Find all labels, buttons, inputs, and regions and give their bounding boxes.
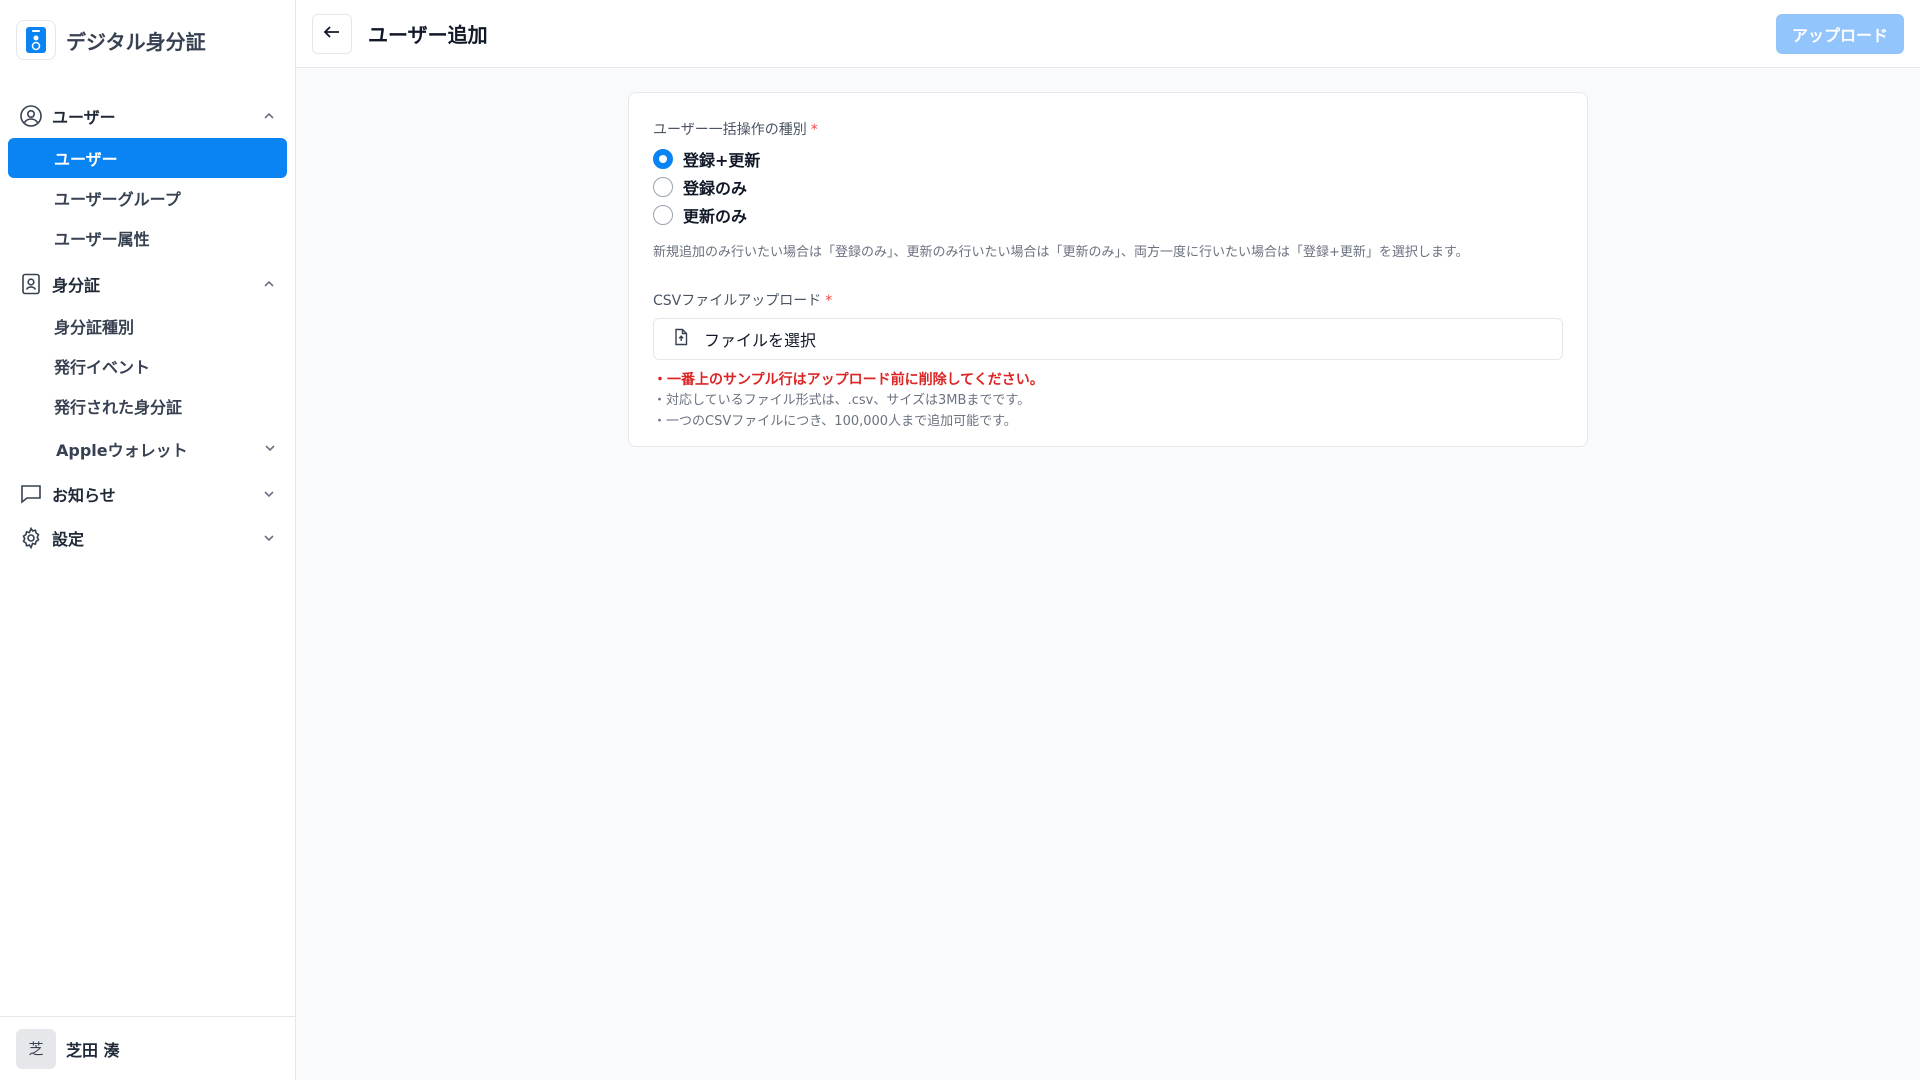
sidebar-item-users[interactable]: ユーザー bbox=[8, 138, 287, 178]
upload-button[interactable]: アップロード bbox=[1776, 13, 1904, 54]
upload-form-card: ユーザー一括操作の種別 * 登録+更新 登録のみ 更新のみ 新規追加のみ行いたい場… bbox=[628, 92, 1588, 447]
sidebar-item-label: Appleウォレット bbox=[56, 441, 188, 460]
sidebar-item-id-types[interactable]: 身分証種別 bbox=[8, 306, 287, 346]
sidebar-section-label: 設定 bbox=[52, 530, 85, 549]
sidebar-item-apple-wallet[interactable]: Appleウォレット bbox=[8, 426, 287, 472]
sidebar-item-user-groups[interactable]: ユーザーグループ bbox=[8, 178, 287, 218]
sidebar: デジタル身分証 ユーザー ユーザー ユーザーグループ ユーザー属性 身分証 身分… bbox=[0, 0, 296, 1080]
page-title: ユーザー追加 bbox=[368, 23, 488, 47]
chevron-down-icon bbox=[261, 486, 277, 502]
arrow-left-icon bbox=[322, 22, 342, 45]
sidebar-section-settings[interactable]: 設定 bbox=[8, 516, 287, 560]
file-upload-icon bbox=[672, 328, 690, 350]
required-mark: * bbox=[810, 122, 818, 138]
avatar: 芝 bbox=[16, 1028, 56, 1069]
user-profile[interactable]: 芝 芝田 湊 bbox=[0, 1016, 295, 1080]
main-content: ユーザー追加 アップロード ユーザー一括操作の種別 * 登録+更新 登録のみ 更新… bbox=[296, 0, 1920, 1080]
sidebar-item-issue-events[interactable]: 発行イベント bbox=[8, 346, 287, 386]
file-select-text: ファイルを選択 bbox=[704, 331, 817, 350]
sidebar-section-label: ユーザー bbox=[52, 108, 116, 127]
bulk-type-radio-group: 登録+更新 登録のみ 更新のみ bbox=[653, 145, 1563, 229]
user-name: 芝田 湊 bbox=[66, 1040, 120, 1060]
chevron-up-icon bbox=[261, 276, 277, 292]
id-badge-icon bbox=[18, 271, 44, 297]
warning-note: ・一番上のサンプル行はアップロード前に削除してください。 bbox=[653, 372, 1044, 388]
sidebar-nav: ユーザー ユーザー ユーザーグループ ユーザー属性 身分証 身分証種別 発行イベ… bbox=[0, 80, 295, 560]
sidebar-section-label: お知らせ bbox=[52, 486, 116, 505]
chevron-up-icon bbox=[261, 108, 277, 124]
bulk-type-label: ユーザー一括操作の種別 * bbox=[653, 122, 818, 138]
radio-register-only[interactable]: 登録のみ bbox=[653, 173, 1563, 201]
brand-title: デジタル身分証 bbox=[66, 29, 206, 54]
radio-button-checked[interactable] bbox=[653, 149, 673, 169]
format-note: ・対応しているファイル形式は、.csv、サイズは3MBまでです。 bbox=[653, 393, 1031, 408]
back-button[interactable] bbox=[312, 13, 352, 54]
chevron-down-icon bbox=[261, 530, 277, 546]
upload-notes: ・一番上のサンプル行はアップロード前に削除してください。 ・対応しているファイル… bbox=[653, 370, 1563, 432]
radio-button[interactable] bbox=[653, 177, 673, 197]
sidebar-item-issued-ids[interactable]: 発行された身分証 bbox=[8, 386, 287, 426]
radio-label: 更新のみ bbox=[683, 207, 748, 226]
csv-upload-label: CSVファイルアップロード * bbox=[653, 293, 833, 309]
chat-bubble-icon bbox=[18, 481, 44, 507]
chevron-down-icon bbox=[263, 440, 277, 459]
radio-register-update[interactable]: 登録+更新 bbox=[653, 145, 1563, 173]
radio-label: 登録+更新 bbox=[683, 151, 761, 170]
sidebar-item-user-attributes[interactable]: ユーザー属性 bbox=[8, 218, 287, 258]
gear-icon bbox=[18, 525, 44, 551]
radio-button[interactable] bbox=[653, 205, 673, 225]
sidebar-section-label: 身分証 bbox=[52, 276, 101, 295]
required-mark: * bbox=[825, 293, 833, 309]
user-circle-icon bbox=[18, 103, 44, 129]
sidebar-section-id[interactable]: 身分証 bbox=[8, 262, 287, 306]
bulk-type-help-text: 新規追加のみ行いたい場合は「登録のみ」、更新のみ行いたい場合は「更新のみ」、両方… bbox=[653, 245, 1469, 260]
brand[interactable]: デジタル身分証 bbox=[0, 0, 295, 80]
csv-file-input[interactable]: ファイルを選択 bbox=[653, 318, 1563, 360]
app-root: デジタル身分証 ユーザー ユーザー ユーザーグループ ユーザー属性 身分証 身分… bbox=[0, 0, 1920, 1080]
id-card-logo-icon bbox=[16, 20, 56, 60]
limit-note: ・一つのCSVファイルにつき、100,000人まで追加可能です。 bbox=[653, 414, 1017, 429]
topbar: ユーザー追加 アップロード bbox=[296, 0, 1920, 68]
sidebar-section-users[interactable]: ユーザー bbox=[8, 94, 287, 138]
sidebar-section-notices[interactable]: お知らせ bbox=[8, 472, 287, 516]
radio-label: 登録のみ bbox=[683, 179, 748, 198]
radio-update-only[interactable]: 更新のみ bbox=[653, 201, 1563, 229]
